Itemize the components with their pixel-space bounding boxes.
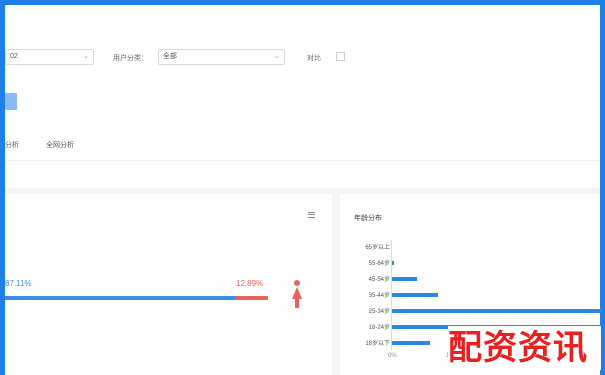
- compare-label: 对比: [307, 55, 321, 62]
- age-label: 55-64岁: [368, 261, 390, 267]
- age-label: 35-44岁: [368, 293, 390, 299]
- age-bar: [392, 341, 430, 345]
- query-button[interactable]: [5, 93, 17, 110]
- chevron-down-icon: ⌄: [274, 53, 280, 60]
- age-label: 18岁以下: [365, 341, 390, 347]
- age-bar: [392, 261, 394, 265]
- gender-panel: [5, 194, 332, 375]
- age-bar: [392, 293, 438, 297]
- filter-bar: [5, 5, 600, 115]
- age-label: 18-24岁: [368, 325, 390, 331]
- male-percentage: 87.11%: [5, 279, 32, 288]
- age-label: 25-34岁: [368, 309, 390, 315]
- user-type-label: 用户分类：: [113, 55, 148, 62]
- age-label: 65岁以上: [365, 245, 390, 251]
- age-bar: [392, 277, 417, 281]
- tabs-divider: [5, 160, 600, 161]
- compare-checkbox[interactable]: [336, 52, 345, 61]
- tab-network-analysis[interactable]: 全网分析: [46, 140, 74, 150]
- age-label: 45-54岁: [368, 277, 390, 283]
- menu-icon[interactable]: [308, 212, 315, 218]
- female-percentage: 12.89%: [236, 279, 264, 288]
- user-type-value: 全部: [163, 53, 177, 60]
- age-bar: [392, 309, 602, 313]
- chevron-down-icon: ⌄: [83, 53, 89, 60]
- watermark: 配资资讯: [448, 326, 601, 370]
- age-distribution-title: 年龄分布: [354, 215, 382, 222]
- period-select-value: 02: [10, 53, 18, 60]
- male-bar: [5, 296, 235, 300]
- female-bar: [235, 296, 268, 300]
- female-icon: [292, 280, 302, 308]
- period-select[interactable]: 02 ⌄: [5, 49, 94, 65]
- user-type-select[interactable]: 全部 ⌄: [158, 49, 285, 65]
- axis-tick-0: 0%: [388, 353, 397, 359]
- tab-analysis[interactable]: 分析: [5, 140, 19, 150]
